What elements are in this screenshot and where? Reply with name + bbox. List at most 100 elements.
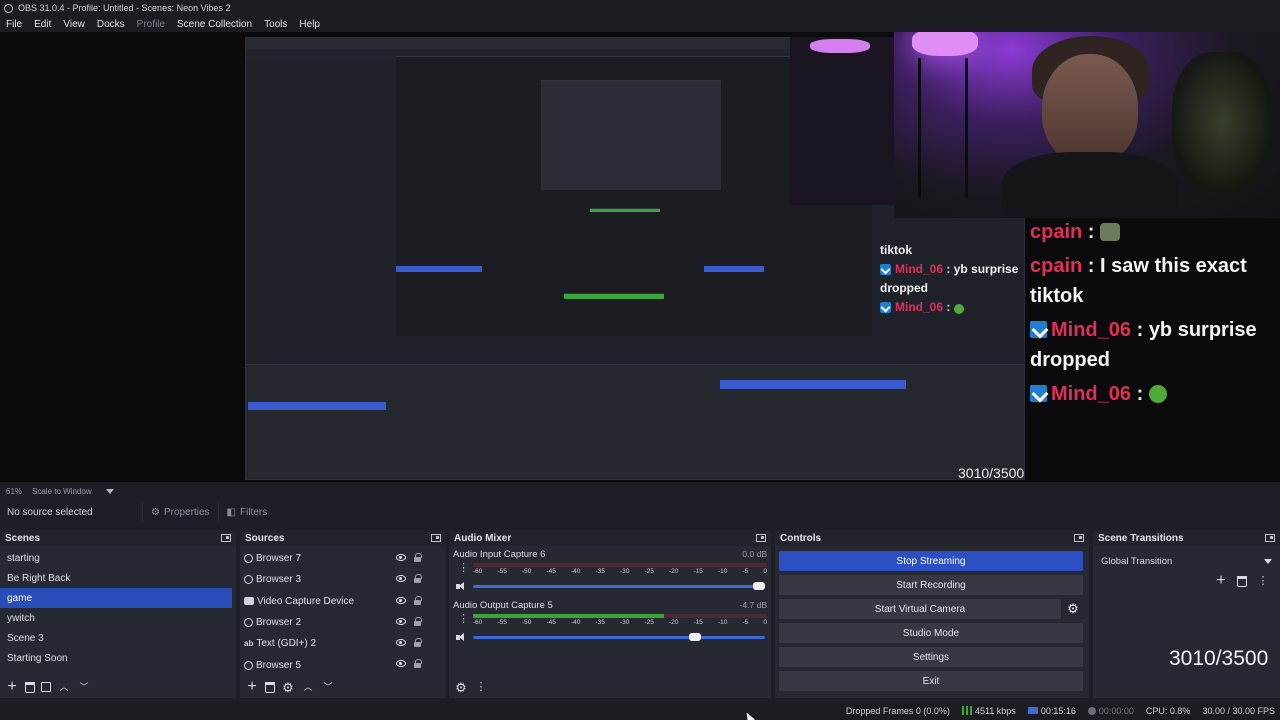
- undock-icon[interactable]: [221, 534, 231, 542]
- add-transition-icon[interactable]: +: [1214, 573, 1228, 589]
- mixer-dock-header: Audio Mixer: [449, 530, 771, 546]
- lock-icon[interactable]: [414, 659, 422, 669]
- speaker-icon[interactable]: [456, 582, 467, 591]
- eye-icon[interactable]: [396, 639, 406, 647]
- transition-select[interactable]: Global Transition: [1097, 552, 1276, 570]
- filter-icon: ◧: [226, 506, 236, 518]
- scene-item[interactable]: Scene 3: [0, 628, 236, 648]
- sources-list: Browser 7 Browser 3 Video Capture Device…: [240, 546, 446, 698]
- chat-small-user: Mind_06: [895, 262, 944, 276]
- menu-scene-collection[interactable]: Scene Collection: [171, 19, 258, 30]
- meter-tick-label: -60: [473, 568, 483, 575]
- studio-mode-button[interactable]: Studio Mode: [779, 623, 1083, 643]
- obs-logo-icon: [4, 3, 13, 13]
- meter-tick-label: -25: [644, 568, 654, 575]
- add-source-icon[interactable]: +: [245, 679, 259, 695]
- menu-help[interactable]: Help: [293, 19, 326, 30]
- eye-icon[interactable]: [396, 596, 406, 604]
- meter-tick-label: 0: [763, 568, 767, 575]
- chevron-down-icon[interactable]: [105, 488, 114, 494]
- start-virtual-camera-button[interactable]: Start Virtual Camera: [779, 599, 1061, 619]
- trash-icon[interactable]: [265, 681, 275, 693]
- volume-slider[interactable]: [473, 582, 765, 590]
- source-item[interactable]: Browser 7: [240, 548, 446, 569]
- filters-button[interactable]: ◧ Filters: [217, 503, 276, 521]
- gear-icon[interactable]: ⚙: [1063, 599, 1083, 619]
- lock-icon[interactable]: [414, 553, 422, 562]
- eye-icon[interactable]: [396, 575, 406, 583]
- speaker-icon[interactable]: [456, 633, 467, 642]
- transitions-toolbar: + ⋮: [1214, 573, 1270, 589]
- stream-time: 00:15:16: [1027, 706, 1076, 716]
- settings-button[interactable]: Settings: [779, 647, 1083, 667]
- add-scene-icon[interactable]: +: [5, 679, 19, 695]
- meter-tick-label: -10: [718, 568, 728, 575]
- meter-tick-label: -20: [669, 619, 679, 626]
- chat-small-text: tiktok: [880, 243, 913, 257]
- source-item[interactable]: Browser 2: [240, 612, 446, 633]
- volume-slider-knob[interactable]: [688, 633, 701, 641]
- kebab-menu-icon[interactable]: ⋮: [458, 561, 469, 574]
- chevron-up-icon[interactable]: ︿: [57, 680, 71, 694]
- eye-icon[interactable]: [396, 617, 406, 625]
- exit-button[interactable]: Exit: [779, 671, 1083, 691]
- webcam-feed: [894, 32, 1280, 218]
- lock-icon[interactable]: [414, 616, 422, 626]
- scene-item[interactable]: Be Right Back: [0, 568, 236, 588]
- window-title: OBS 31.0.4 - Profile: Untitled - Scenes:…: [18, 3, 231, 13]
- scene-item[interactable]: starting: [0, 548, 236, 568]
- preview-canvas[interactable]: tiktok Mind_06 : yb surprise dropped Min…: [0, 32, 1280, 482]
- chevron-up-icon[interactable]: ︿: [301, 680, 315, 694]
- scene-item-selected[interactable]: game: [0, 588, 232, 608]
- scene-item[interactable]: ywitch: [0, 608, 236, 628]
- menu-tools[interactable]: Tools: [258, 19, 293, 30]
- undock-icon[interactable]: [1074, 534, 1084, 542]
- undock-icon[interactable]: [756, 534, 766, 542]
- meter-tick-label: -45: [546, 568, 556, 575]
- bitrate-value: 4511 kbps: [974, 705, 1016, 716]
- menu-view[interactable]: View: [57, 19, 91, 30]
- source-name: Browser 7: [256, 553, 302, 565]
- lock-icon[interactable]: [414, 574, 422, 584]
- menu-edit[interactable]: Edit: [28, 19, 57, 30]
- lock-icon[interactable]: [414, 595, 422, 605]
- source-name: Browser 3: [256, 574, 302, 586]
- source-name: Browser 5: [256, 659, 302, 671]
- kebab-menu-icon[interactable]: ⋮: [1256, 574, 1270, 588]
- scene-item[interactable]: Starting Soon: [0, 648, 236, 668]
- volume-slider-knob[interactable]: [753, 582, 765, 590]
- menu-file[interactable]: File: [0, 19, 28, 30]
- scenes-dock-header: Scenes: [0, 530, 236, 546]
- kebab-menu-icon[interactable]: ⋮: [474, 680, 488, 694]
- scale-mode[interactable]: Scale to Window: [32, 487, 92, 496]
- trash-icon[interactable]: [1237, 575, 1247, 587]
- source-item[interactable]: Video Capture Device: [240, 591, 446, 612]
- record-icon: [1087, 706, 1096, 715]
- chevron-down-icon[interactable]: ﹀: [77, 680, 91, 694]
- properties-button[interactable]: ⚙ Properties: [142, 503, 218, 521]
- signal-icon: [961, 705, 972, 715]
- source-item[interactable]: Browser 3: [240, 569, 446, 590]
- stop-streaming-button[interactable]: Stop Streaming: [779, 551, 1083, 571]
- trash-icon[interactable]: [25, 681, 35, 693]
- eye-icon[interactable]: [396, 660, 406, 668]
- kebab-menu-icon[interactable]: ⋮: [458, 612, 469, 625]
- source-item[interactable]: ab Text (GDI+) 2: [240, 633, 446, 654]
- filter-icon[interactable]: [41, 682, 51, 692]
- volume-slider[interactable]: [473, 633, 765, 641]
- source-name: Browser 2: [256, 617, 302, 629]
- gear-icon[interactable]: ⚙: [454, 680, 468, 694]
- chevron-down-icon[interactable]: ﹀: [321, 680, 335, 694]
- meter-tick-label: -15: [693, 568, 703, 575]
- emote-icon: [1100, 223, 1121, 241]
- cpu-usage: CPU: 0.8%: [1145, 705, 1191, 716]
- eye-icon[interactable]: [396, 554, 406, 561]
- gear-icon[interactable]: ⚙: [281, 680, 295, 694]
- lock-icon[interactable]: [414, 638, 422, 648]
- undock-icon[interactable]: [431, 534, 441, 542]
- menu-profile[interactable]: Profile: [131, 19, 171, 30]
- undock-icon[interactable]: [1265, 534, 1275, 542]
- menu-docks[interactable]: Docks: [91, 19, 131, 30]
- source-item[interactable]: Browser 5: [240, 654, 446, 675]
- start-recording-button[interactable]: Start Recording: [779, 575, 1083, 595]
